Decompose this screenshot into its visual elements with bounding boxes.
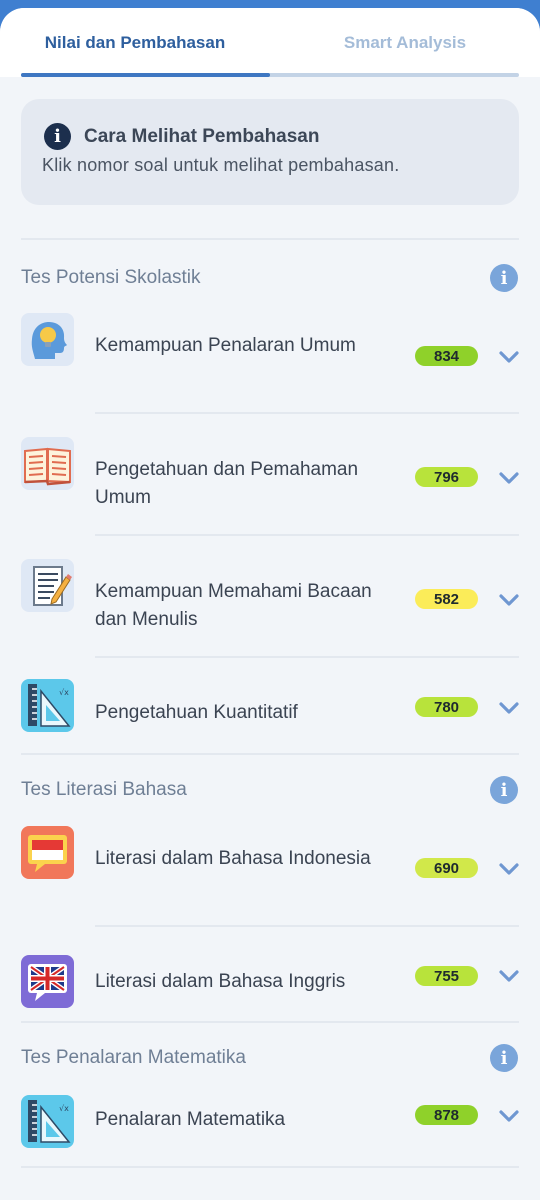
info-card-title: Cara Melihat Pembahasan [84, 126, 320, 147]
chevron-down-icon[interactable] [498, 350, 520, 364]
chevron-down-icon[interactable] [498, 1109, 520, 1123]
tab-bar: Nilai dan Pembahasan Smart Analysis [0, 8, 540, 77]
section-info-icon[interactable]: i [490, 776, 518, 804]
info-card-description: Klik nomor soal untuk melihat pembahasan… [42, 155, 400, 175]
section-info-icon[interactable]: i [490, 264, 518, 292]
svg-text:√x: √x [59, 1104, 69, 1113]
svg-text:√x: √x [59, 688, 69, 697]
chevron-down-icon[interactable] [498, 969, 520, 983]
info-icon: i [44, 123, 71, 150]
indonesia-flag-chat-icon [21, 826, 74, 879]
divider [95, 656, 519, 658]
subtest-label: Kemampuan Memahami Bacaan dan Menulis [95, 581, 372, 630]
ruler-triangle-icon: √x [21, 679, 74, 732]
chevron-down-icon[interactable] [498, 701, 520, 715]
divider [21, 753, 519, 755]
score-badge: 780 [415, 697, 478, 717]
divider [95, 412, 519, 414]
open-book-icon [21, 437, 74, 490]
subtest-row-literasi-dalam-bahasa-indonesia[interactable]: Literasi dalam Bahasa Indonesia 690 [0, 823, 540, 927]
score-badge: 755 [415, 966, 478, 986]
subtest-row-pengetahuan-kuantitatif[interactable]: √x Pengetahuan Kuantitatif 780 [0, 678, 540, 758]
subtest-row-penalaran-matematika[interactable]: √x Penalaran Matematika 878 [0, 1090, 540, 1170]
subtest-label: Pengetahuan Kuantitatif [95, 702, 298, 723]
subtest-row-kemampuan-penalaran-umum[interactable]: Kemampuan Penalaran Umum 834 [0, 310, 540, 414]
head-lightbulb-icon [21, 313, 74, 366]
subtest-label: Literasi dalam Bahasa Indonesia [95, 848, 371, 869]
results-sheet: Nilai dan Pembahasan Smart Analysis i Ca… [0, 8, 540, 1200]
divider [95, 925, 519, 927]
score-badge: 834 [415, 346, 478, 366]
section-title-tes-literasi-bahasa: Tes Literasi Bahasa [21, 779, 187, 800]
tab-smart-analysis[interactable]: Smart Analysis [270, 8, 540, 77]
document-pencil-icon [21, 559, 74, 612]
ruler-triangle-icon: √x [21, 1095, 74, 1148]
subtest-label: Pengetahuan dan Pemahaman Umum [95, 459, 359, 508]
section-info-icon[interactable]: i [490, 1044, 518, 1072]
score-badge: 796 [415, 467, 478, 487]
tab-nilai-dan-pembahasan[interactable]: Nilai dan Pembahasan [0, 8, 270, 77]
chevron-down-icon[interactable] [498, 471, 520, 485]
subtest-label: Kemampuan Penalaran Umum [95, 335, 356, 356]
divider [21, 1021, 519, 1023]
chevron-down-icon[interactable] [498, 593, 520, 607]
chevron-down-icon[interactable] [498, 862, 520, 876]
divider [95, 534, 519, 536]
info-card: i Cara Melihat Pembahasan Klik nomor soa… [21, 99, 519, 205]
score-badge: 582 [415, 589, 478, 609]
tab-active-indicator [21, 73, 270, 77]
subtest-label: Literasi dalam Bahasa Inggris [95, 971, 346, 992]
score-badge: 878 [415, 1105, 478, 1125]
section-title-tes-potensi-skolastik: Tes Potensi Skolastik [21, 267, 201, 288]
score-badge: 690 [415, 858, 478, 878]
subtest-row-pengetahuan-dan-pemahaman-umum[interactable]: Pengetahuan dan Pemahaman Umum 796 [0, 434, 540, 538]
uk-flag-chat-icon [21, 955, 74, 1008]
divider [21, 1166, 519, 1168]
divider [21, 238, 519, 240]
subtest-row-literasi-dalam-bahasa-inggris[interactable]: Literasi dalam Bahasa Inggris 755 [0, 945, 540, 1025]
section-title-tes-penalaran-matematika: Tes Penalaran Matematika [21, 1047, 246, 1068]
subtest-row-kemampuan-memahami-bacaan-dan-menulis[interactable]: Kemampuan Memahami Bacaan dan Menulis 58… [0, 556, 540, 660]
subtest-label: Penalaran Matematika [95, 1109, 286, 1130]
